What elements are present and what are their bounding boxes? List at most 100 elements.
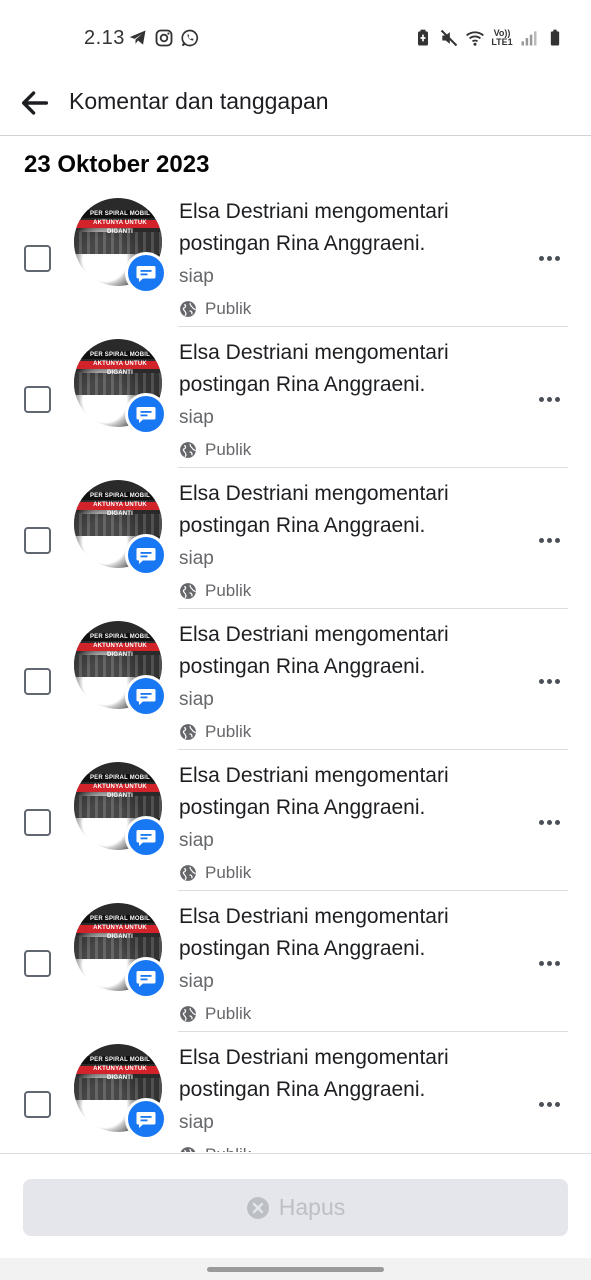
comment-badge (125, 675, 167, 717)
item-privacy: Publik (179, 293, 479, 325)
item-title: Elsa Destriani mengomentari postingan Ri… (179, 1046, 449, 1101)
comment-icon (136, 1112, 156, 1128)
item-title: Elsa Destriani mengomentari postingan Ri… (179, 905, 449, 960)
select-checkbox[interactable] (24, 1091, 51, 1118)
select-checkbox[interactable] (24, 245, 51, 272)
item-title: Elsa Destriani mengomentari postingan Ri… (179, 623, 449, 678)
item-comment: siap (179, 1112, 214, 1133)
more-dot (538, 678, 544, 684)
item-privacy: Publik (179, 575, 479, 607)
more-dot (538, 537, 544, 543)
item-comment: siap (179, 971, 214, 992)
privacy-label: Publik (205, 1004, 252, 1023)
select-checkbox[interactable] (24, 809, 51, 836)
item-comment: siap (179, 830, 214, 851)
globe-icon (180, 301, 196, 317)
more-dot (546, 960, 552, 966)
comment-badge (125, 252, 167, 294)
back-button[interactable] (16, 84, 54, 122)
item-comment: siap (179, 548, 214, 569)
home-indicator[interactable] (207, 1267, 384, 1272)
item-text[interactable]: Elsa Destriani mengomentari postingan Ri… (179, 337, 479, 466)
status-time: 2.13 (84, 27, 125, 49)
select-checkbox[interactable] (24, 950, 51, 977)
list-item[interactable]: PER SPIRAL MOBIL AKTUNYA UNTUK DIGANTI E… (0, 891, 591, 1032)
system-icons: Vo)) LTE1 (413, 28, 565, 48)
more-dot (554, 819, 560, 825)
more-options-button[interactable] (535, 667, 563, 695)
avatar-text: PER SPIRAL MOBIL AKTUNYA UNTUK DIGANTI (89, 634, 151, 658)
select-checkbox[interactable] (24, 668, 51, 695)
select-checkbox[interactable] (24, 386, 51, 413)
item-text[interactable]: Elsa Destriani mengomentari postingan Ri… (179, 1042, 479, 1152)
delete-button-label: Hapus (278, 1194, 346, 1220)
list-item[interactable]: PER SPIRAL MOBIL AKTUNYA UNTUK DIGANTI E… (0, 609, 591, 750)
section-date-header: 23 Oktober 2023 (24, 151, 210, 178)
more-options-button[interactable] (535, 949, 563, 977)
item-text[interactable]: Elsa Destriani mengomentari postingan Ri… (179, 478, 479, 607)
activity-list[interactable]: PER SPIRAL MOBIL AKTUNYA UNTUK DIGANTI E… (0, 186, 591, 1152)
globe-icon (180, 724, 196, 740)
item-text[interactable]: Elsa Destriani mengomentari postingan Ri… (179, 760, 479, 889)
select-checkbox[interactable] (24, 527, 51, 554)
avatar-text: PER SPIRAL MOBIL AKTUNYA UNTUK DIGANTI (89, 352, 151, 376)
more-dot (538, 396, 544, 402)
more-dot (546, 396, 552, 402)
avatar-text: PER SPIRAL MOBIL AKTUNYA UNTUK DIGANTI (89, 493, 151, 517)
status-bar: 2.13 Vo)) LTE1 (0, 0, 591, 78)
item-privacy: Publik (179, 716, 479, 748)
more-dot (554, 396, 560, 402)
privacy-label: Publik (205, 440, 252, 459)
avatar-text: PER SPIRAL MOBIL AKTUNYA UNTUK DIGANTI (89, 1057, 151, 1081)
item-privacy: Publik (179, 434, 479, 466)
comment-icon (136, 971, 156, 987)
more-dot (546, 537, 552, 543)
system-navigation-bar (0, 1258, 591, 1280)
more-options-button[interactable] (535, 808, 563, 836)
more-dot (538, 1101, 544, 1107)
privacy-label: Publik (205, 863, 252, 882)
list-item[interactable]: PER SPIRAL MOBIL AKTUNYA UNTUK DIGANTI E… (0, 1032, 591, 1152)
more-dot (538, 255, 544, 261)
comment-icon (136, 689, 156, 705)
item-title: Elsa Destriani mengomentari postingan Ri… (179, 341, 449, 396)
item-text[interactable]: Elsa Destriani mengomentari postingan Ri… (179, 901, 479, 1030)
battery-saver-icon (413, 28, 433, 48)
more-dot (554, 960, 560, 966)
more-dot (554, 255, 560, 261)
telegram-icon (128, 28, 148, 48)
list-item[interactable]: PER SPIRAL MOBIL AKTUNYA UNTUK DIGANTI E… (0, 750, 591, 891)
more-dot (554, 678, 560, 684)
item-comment: siap (179, 266, 214, 287)
comment-badge (125, 816, 167, 858)
more-dot (554, 537, 560, 543)
more-dot (546, 255, 552, 261)
more-dot (538, 960, 544, 966)
item-text[interactable]: Elsa Destriani mengomentari postingan Ri… (179, 196, 479, 325)
globe-icon (180, 1147, 196, 1152)
privacy-label: Publik (205, 722, 252, 741)
close-circle-icon (246, 1196, 269, 1219)
more-options-button[interactable] (535, 1090, 563, 1118)
more-dot (546, 678, 552, 684)
item-text[interactable]: Elsa Destriani mengomentari postingan Ri… (179, 619, 479, 748)
delete-button[interactable]: Hapus (23, 1179, 568, 1236)
more-dot (538, 819, 544, 825)
privacy-label: Publik (205, 1145, 251, 1152)
more-options-button[interactable] (535, 244, 563, 272)
more-options-button[interactable] (535, 526, 563, 554)
comment-badge (125, 393, 167, 435)
item-title: Elsa Destriani mengomentari postingan Ri… (179, 482, 449, 537)
avatar-text: PER SPIRAL MOBIL AKTUNYA UNTUK DIGANTI (89, 775, 151, 799)
comment-badge (125, 957, 167, 999)
comment-icon (136, 407, 156, 423)
item-privacy: Publik (179, 1139, 479, 1152)
screen: 2.13 Vo)) LTE1 Komentar dan tanggapan 23… (0, 0, 591, 1280)
list-item[interactable]: PER SPIRAL MOBIL AKTUNYA UNTUK DIGANTI E… (0, 327, 591, 468)
more-options-button[interactable] (535, 385, 563, 413)
list-item[interactable]: PER SPIRAL MOBIL AKTUNYA UNTUK DIGANTI E… (0, 186, 591, 327)
globe-icon (180, 865, 196, 881)
item-comment: siap (179, 689, 214, 710)
list-item[interactable]: PER SPIRAL MOBIL AKTUNYA UNTUK DIGANTI E… (0, 468, 591, 609)
signal-icon (519, 28, 539, 48)
